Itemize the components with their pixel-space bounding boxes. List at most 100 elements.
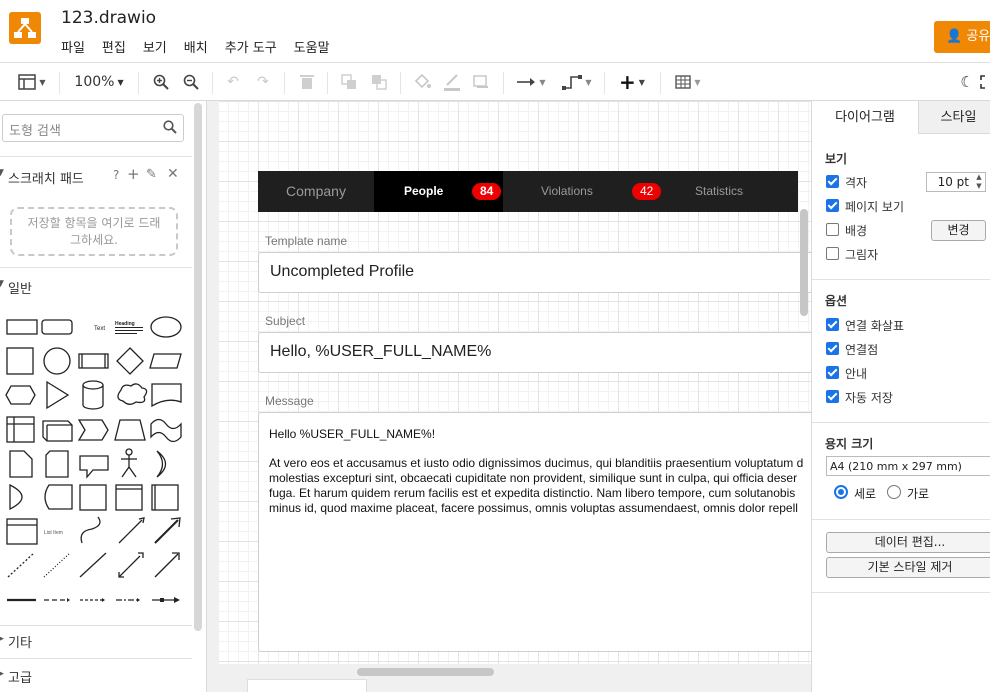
shape-grid[interactable]: Text Heading List Item bbox=[2, 311, 192, 611]
shadow-icon[interactable] bbox=[471, 71, 493, 93]
expand-arrow-icon[interactable]: ▶ bbox=[0, 669, 4, 679]
menu-view[interactable]: 보기 bbox=[143, 37, 167, 56]
guides-checkbox[interactable] bbox=[826, 366, 839, 379]
tab-people[interactable]: People 84 bbox=[374, 171, 503, 212]
tab-statistics[interactable]: Statistics bbox=[695, 171, 795, 212]
scratchpad-drop-zone[interactable]: 저장할 항목을 여기로 드래 그하세요. bbox=[10, 207, 178, 256]
guides-label: 안내 bbox=[845, 367, 868, 381]
advanced-section-title[interactable]: 고급 bbox=[8, 667, 32, 686]
app-header: 123.drawio 파일 편집 보기 배치 추가 도구 도움말 👤 공유 bbox=[0, 0, 990, 62]
message-greeting: Hello %USER_FULL_NAME%! bbox=[269, 427, 436, 441]
list-item-shape[interactable]: List Item bbox=[44, 530, 63, 536]
menu-arrange[interactable]: 배치 bbox=[184, 37, 208, 56]
shadow-checkbox[interactable] bbox=[826, 247, 839, 260]
general-section-title[interactable]: 일반 bbox=[8, 278, 32, 297]
heading-shape[interactable]: Heading bbox=[115, 321, 135, 327]
portrait-label: 세로 bbox=[854, 487, 877, 501]
delete-icon[interactable] bbox=[296, 71, 318, 93]
connection-arrow-icon[interactable]: ▼ bbox=[513, 71, 549, 93]
zoom-out-icon[interactable] bbox=[180, 71, 202, 93]
change-background-button[interactable]: 변경 bbox=[931, 220, 986, 241]
tab-violations[interactable]: Violations 42 bbox=[503, 171, 663, 212]
redo-icon[interactable]: ↷ bbox=[252, 71, 274, 93]
connection-points-checkbox[interactable] bbox=[826, 342, 839, 355]
shapes-scrollbar[interactable] bbox=[194, 103, 202, 631]
zoom-value: 100% bbox=[74, 74, 115, 90]
scratchpad-hint: 저장할 항목을 여기로 드래 bbox=[27, 216, 161, 230]
user-icon: 👤 bbox=[946, 29, 963, 44]
canvas-vertical-scrollbar[interactable] bbox=[800, 209, 808, 316]
dark-mode-icon[interactable]: ☾ bbox=[956, 71, 978, 93]
message-text: Hello %USER_FULL_NAME%! At vero eos et a… bbox=[269, 427, 811, 516]
tab-style[interactable]: 스타일 bbox=[918, 101, 990, 134]
menu-file[interactable]: 파일 bbox=[61, 37, 85, 56]
to-back-icon[interactable] bbox=[368, 71, 390, 93]
drawio-logo-icon[interactable] bbox=[9, 12, 41, 44]
message-field[interactable]: Hello %USER_FULL_NAME%! At vero eos et a… bbox=[258, 412, 811, 652]
paper-size-select[interactable]: A4 (210 mm x 297 mm) bbox=[826, 456, 990, 476]
zoom-select[interactable]: 100% ▼ bbox=[68, 71, 130, 93]
collapse-arrow-icon[interactable]: ▼ bbox=[0, 279, 4, 289]
landscape-radio[interactable] bbox=[887, 485, 901, 499]
portrait-radio[interactable] bbox=[834, 485, 848, 499]
connection-arrows-checkbox[interactable] bbox=[826, 318, 839, 331]
subject-field[interactable]: Hello, %USER_FULL_NAME% bbox=[258, 332, 811, 373]
template-name-field[interactable]: Uncompleted Profile bbox=[258, 252, 811, 293]
people-count-badge: 84 bbox=[472, 183, 502, 200]
panel-layout-icon[interactable]: ▼ bbox=[12, 71, 52, 93]
shapes-panel: 도형 검색 ▼ 스크래치 패드 ? + ✎ ✕ 저장할 항목을 여기로 드래 그… bbox=[0, 101, 213, 692]
message-line: fuga. Et harum quidem rerum facilis est … bbox=[269, 486, 796, 500]
to-front-icon[interactable] bbox=[338, 71, 360, 93]
drawio-app: 123.drawio 파일 편집 보기 배치 추가 도구 도움말 👤 공유 ▼ … bbox=[0, 0, 990, 692]
page-view-checkbox[interactable] bbox=[826, 199, 839, 212]
shape-search-input[interactable]: 도형 검색 bbox=[2, 114, 184, 142]
page-tab[interactable] bbox=[247, 679, 367, 692]
collapse-arrow-icon[interactable]: ▼ bbox=[0, 168, 4, 178]
help-icon[interactable]: ? bbox=[113, 168, 119, 182]
message-line: minus id, quod maxime placeat, facere po… bbox=[269, 501, 798, 515]
tab-company[interactable]: Company bbox=[258, 171, 374, 212]
fill-color-icon[interactable] bbox=[411, 71, 433, 93]
share-label: 공유 bbox=[966, 29, 990, 44]
connection-arrows-label: 연결 화살표 bbox=[845, 319, 905, 333]
tab-people-label: People bbox=[404, 184, 444, 198]
diagram-tab-bar[interactable]: Company People 84 Violations 42 Statisti… bbox=[258, 171, 798, 212]
fullscreen-icon[interactable] bbox=[980, 71, 990, 93]
menu-help[interactable]: 도움말 bbox=[294, 37, 330, 56]
view-heading: 보기 bbox=[825, 152, 848, 166]
add-icon[interactable]: + bbox=[127, 165, 140, 183]
shadow-label: 그림자 bbox=[845, 248, 879, 262]
share-button[interactable]: 👤 공유 bbox=[934, 21, 990, 53]
menu-bar: 파일 편집 보기 배치 추가 도구 도움말 bbox=[61, 37, 347, 56]
line-color-icon[interactable] bbox=[441, 71, 463, 93]
file-title[interactable]: 123.drawio bbox=[61, 8, 156, 28]
table-icon[interactable]: ▼ bbox=[670, 71, 706, 93]
background-label: 배경 bbox=[845, 224, 868, 238]
autosave-checkbox[interactable] bbox=[826, 390, 839, 403]
waypoints-icon[interactable]: ▼ bbox=[559, 71, 595, 93]
undo-icon[interactable]: ↶ bbox=[222, 71, 244, 93]
close-icon[interactable]: ✕ bbox=[167, 166, 179, 182]
edit-data-button[interactable]: 데이터 편집... bbox=[826, 532, 990, 553]
insert-plus-icon[interactable]: + ▼ bbox=[614, 70, 650, 94]
search-icon[interactable] bbox=[163, 120, 177, 138]
grid-size-stepper-icon[interactable]: ▲ ▼ bbox=[973, 173, 985, 191]
canvas-horizontal-scrollbar[interactable] bbox=[357, 668, 494, 676]
grid-label: 격자 bbox=[845, 176, 868, 190]
background-checkbox[interactable] bbox=[826, 223, 839, 236]
diagram-canvas[interactable]: Company People 84 Violations 42 Statisti… bbox=[207, 101, 811, 692]
edit-pencil-icon[interactable]: ✎ bbox=[146, 167, 157, 182]
menu-extras[interactable]: 추가 도구 bbox=[225, 37, 277, 56]
expand-arrow-icon[interactable]: ▶ bbox=[0, 634, 4, 644]
zoom-in-icon[interactable] bbox=[150, 71, 172, 93]
scratchpad-title[interactable]: 스크래치 패드 bbox=[8, 168, 84, 187]
tab-diagram[interactable]: 다이어그램 bbox=[812, 101, 918, 134]
scratchpad-hint-2: 그하세요. bbox=[70, 233, 118, 247]
clear-default-style-button[interactable]: 기본 스타일 제거 bbox=[826, 557, 990, 578]
text-shape[interactable]: Text bbox=[94, 326, 105, 332]
other-section-title[interactable]: 기타 bbox=[8, 632, 32, 651]
grid-checkbox[interactable] bbox=[826, 175, 839, 188]
landscape-label: 가로 bbox=[907, 487, 930, 501]
search-placeholder: 도형 검색 bbox=[9, 124, 61, 139]
menu-edit[interactable]: 편집 bbox=[102, 37, 126, 56]
